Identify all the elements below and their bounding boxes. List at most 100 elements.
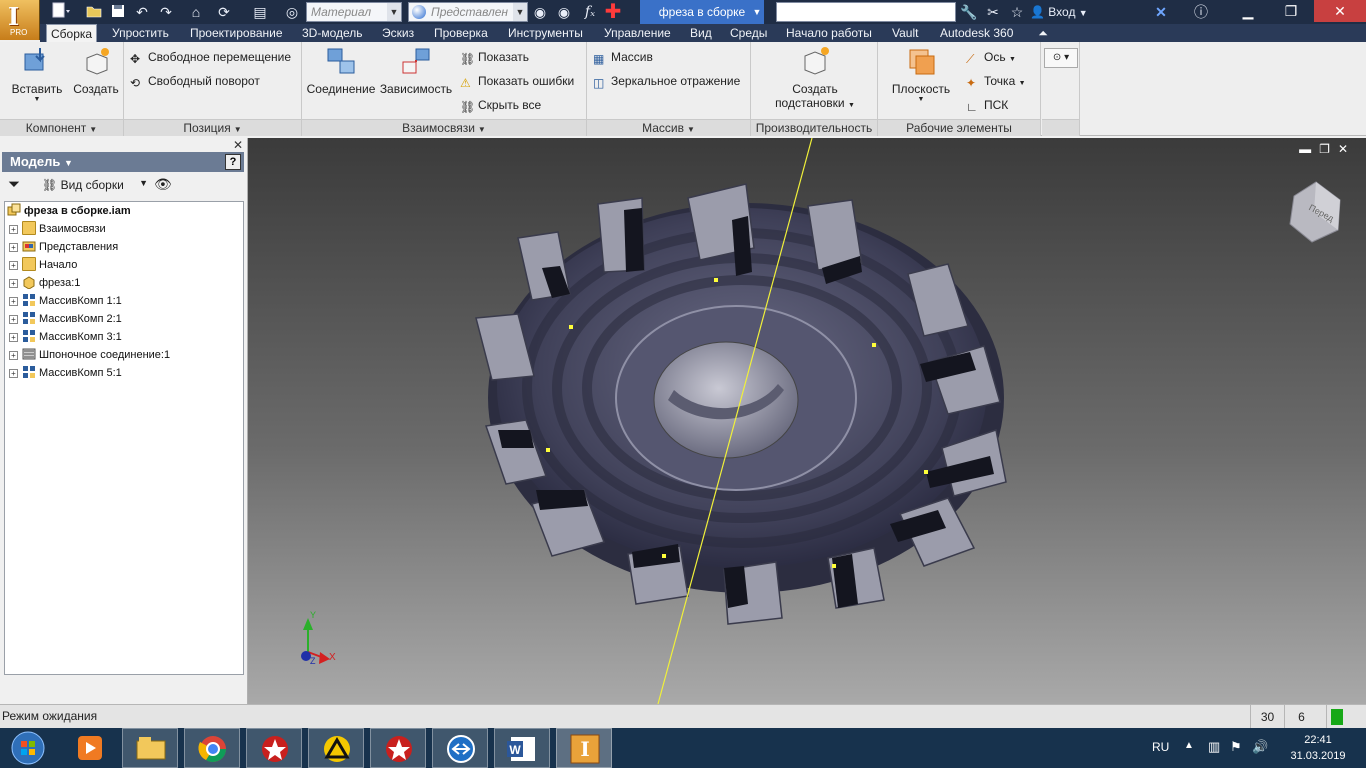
volume-icon[interactable]: 🔊 bbox=[1252, 739, 1268, 755]
view-selector[interactable]: ⛓ Вид сборки ▼ bbox=[42, 178, 148, 196]
tab-3d-model[interactable]: 3D-модель bbox=[298, 24, 367, 42]
tab-vault[interactable]: Vault bbox=[888, 24, 922, 42]
tab-simplify[interactable]: Упростить bbox=[108, 24, 173, 42]
tree-root[interactable]: фреза в сборке.iam bbox=[7, 202, 131, 220]
taskbar-archicad[interactable] bbox=[308, 728, 364, 768]
expand-icon[interactable]: + bbox=[9, 225, 18, 234]
tab-environments[interactable]: Среды bbox=[726, 24, 771, 42]
subscription-icon[interactable]: ✂ bbox=[982, 2, 1004, 22]
taskbar-chrome[interactable] bbox=[184, 728, 240, 768]
tab-design[interactable]: Проектирование bbox=[186, 24, 287, 42]
axis-button[interactable]: ⟋ Ось ▼ bbox=[966, 48, 1016, 66]
tree-item-representations[interactable]: + Представления bbox=[5, 238, 118, 256]
expand-icon[interactable]: + bbox=[9, 297, 18, 306]
plane-button[interactable]: Плоскость ▼ bbox=[886, 46, 956, 103]
expand-icon[interactable]: + bbox=[9, 333, 18, 342]
point-button[interactable]: ✦ Точка ▼ bbox=[966, 72, 1026, 90]
expand-icon[interactable]: + bbox=[9, 369, 18, 378]
graphics-viewport[interactable]: ▬❐✕ Перед Y X Z bbox=[248, 138, 1366, 704]
milling-cutter-model[interactable] bbox=[475, 183, 1007, 625]
ribbon-options-icon[interactable]: ⏶ bbox=[1032, 24, 1054, 42]
taskbar-pokerstars[interactable] bbox=[246, 728, 302, 768]
redo-icon[interactable]: ↷ bbox=[156, 2, 176, 22]
joint-button[interactable]: Соединение bbox=[306, 46, 376, 96]
select-filter-icon[interactable]: ▤ bbox=[246, 2, 274, 22]
expand-icon[interactable]: + bbox=[9, 351, 18, 360]
measure-icon[interactable]: ✚ bbox=[602, 2, 624, 22]
sign-in-button[interactable]: 👤 Вход ▼ bbox=[1030, 2, 1120, 22]
insert-button[interactable]: Вставить ▼ bbox=[8, 46, 66, 103]
tab-manage[interactable]: Управление bbox=[600, 24, 675, 42]
home-icon[interactable]: ⌂ bbox=[186, 2, 206, 22]
new-document-icon[interactable] bbox=[46, 2, 76, 22]
panel-relationships-label[interactable]: Взаимосвязи ▼ bbox=[302, 119, 586, 136]
appearance-override-icon[interactable]: ◉ bbox=[530, 2, 550, 22]
expand-icon[interactable]: + bbox=[9, 315, 18, 324]
save-icon[interactable] bbox=[108, 2, 128, 22]
tab-tools[interactable]: Инструменты bbox=[504, 24, 587, 42]
taskbar-media-player[interactable] bbox=[62, 728, 118, 768]
tree-item-relationships[interactable]: + Взаимосвязи bbox=[5, 220, 106, 238]
tree-item-key-joint[interactable]: + Шпоночное соединение:1 bbox=[5, 346, 170, 364]
language-indicator[interactable]: RU bbox=[1152, 740, 1169, 754]
settings-icon[interactable]: ◎ bbox=[282, 2, 302, 22]
exchange-icon[interactable]: ✕ bbox=[1150, 2, 1172, 22]
tree-item-pattern-5[interactable]: + МассивКомп 5:1 bbox=[5, 364, 122, 382]
tab-sketch[interactable]: Эскиз bbox=[378, 24, 418, 42]
hide-all-button[interactable]: ⛓ Скрыть все bbox=[460, 96, 541, 114]
restore-button[interactable]: ❐ bbox=[1270, 0, 1312, 22]
document-tab[interactable]: фреза в сборке ▼ bbox=[640, 0, 764, 24]
update-icon[interactable]: ⟳ bbox=[210, 2, 238, 22]
expand-icon[interactable]: + bbox=[9, 261, 18, 270]
star-icon[interactable]: ☆ bbox=[1006, 2, 1028, 22]
start-button[interactable] bbox=[2, 728, 54, 768]
search-input[interactable] bbox=[776, 2, 956, 22]
taskbar-word[interactable]: W bbox=[494, 728, 550, 768]
wrench-icon[interactable]: 🔧 bbox=[958, 2, 980, 22]
open-icon[interactable] bbox=[84, 2, 104, 22]
help-icon[interactable]: ? bbox=[225, 154, 241, 170]
clock[interactable]: 22:41 31.03.2019 bbox=[1288, 732, 1348, 764]
filter-icon[interactable]: ⏷ bbox=[8, 176, 20, 193]
help-icon[interactable]: ⓘ bbox=[1186, 2, 1216, 22]
tree-item-origin[interactable]: + Начало bbox=[5, 256, 77, 274]
panel-position-label[interactable]: Позиция ▼ bbox=[124, 119, 301, 136]
appearance-combo[interactable]: Представлен ▼ bbox=[408, 2, 528, 22]
minimize-button[interactable]: ▁ bbox=[1228, 0, 1268, 22]
tab-assemble[interactable]: Сборка bbox=[46, 24, 98, 42]
parameters-icon[interactable]: fₓ bbox=[580, 2, 600, 22]
panel-pattern-label[interactable]: Массив ▼ bbox=[587, 119, 750, 136]
ucs-button[interactable]: ∟ ПСК bbox=[966, 96, 1008, 114]
application-menu-button[interactable]: I PRO bbox=[0, 0, 40, 40]
create-substitutes-button[interactable]: Создать подстановки ▼ bbox=[765, 46, 865, 110]
tab-get-started[interactable]: Начало работы bbox=[782, 24, 876, 42]
taskbar-teamviewer[interactable] bbox=[432, 728, 488, 768]
browser-header[interactable]: Модель ▼ ? bbox=[2, 152, 244, 172]
close-button[interactable]: ✕ bbox=[1314, 0, 1366, 22]
action-center-icon[interactable]: ⚑ bbox=[1230, 739, 1242, 755]
tab-inspect[interactable]: Проверка bbox=[430, 24, 492, 42]
tree-item-pattern-3[interactable]: + МассивКомп 3:1 bbox=[5, 328, 122, 346]
close-browser-icon[interactable]: ✕ bbox=[233, 138, 243, 152]
panel-component-label[interactable]: Компонент ▼ bbox=[0, 119, 123, 136]
taskbar-inventor[interactable]: I bbox=[556, 728, 612, 768]
material-combo[interactable]: Материал ▼ bbox=[306, 2, 402, 22]
pattern-button[interactable]: ▦ Массив bbox=[593, 48, 653, 66]
taskbar-pokerstars-2[interactable] bbox=[370, 728, 426, 768]
show-hidden-icons[interactable]: ▲ bbox=[1184, 740, 1194, 751]
tree-item-pattern-1[interactable]: + МассивКомп 1:1 bbox=[5, 292, 122, 310]
show-button[interactable]: ⛓ Показать bbox=[460, 48, 529, 66]
expand-icon[interactable]: + bbox=[9, 243, 18, 252]
network-icon[interactable]: ▥ bbox=[1208, 739, 1220, 755]
free-move-button[interactable]: ✥ Свободное перемещение bbox=[130, 48, 291, 66]
create-component-button[interactable]: Создать bbox=[72, 46, 120, 96]
tree-item-pattern-2[interactable]: + МассивКомп 2:1 bbox=[5, 310, 122, 328]
tab-autodesk-360[interactable]: Autodesk 360 bbox=[936, 24, 1017, 42]
find-icon[interactable]: 👁 bbox=[154, 176, 172, 193]
undo-icon[interactable]: ↶ bbox=[132, 2, 152, 22]
free-rotate-button[interactable]: ⟲ Свободный поворот bbox=[130, 72, 260, 90]
clear-override-icon[interactable]: ◉ bbox=[554, 2, 574, 22]
tab-view[interactable]: Вид bbox=[686, 24, 716, 42]
show-errors-button[interactable]: ⚠ Показать ошибки bbox=[460, 72, 574, 90]
expand-icon[interactable]: + bbox=[9, 279, 18, 288]
